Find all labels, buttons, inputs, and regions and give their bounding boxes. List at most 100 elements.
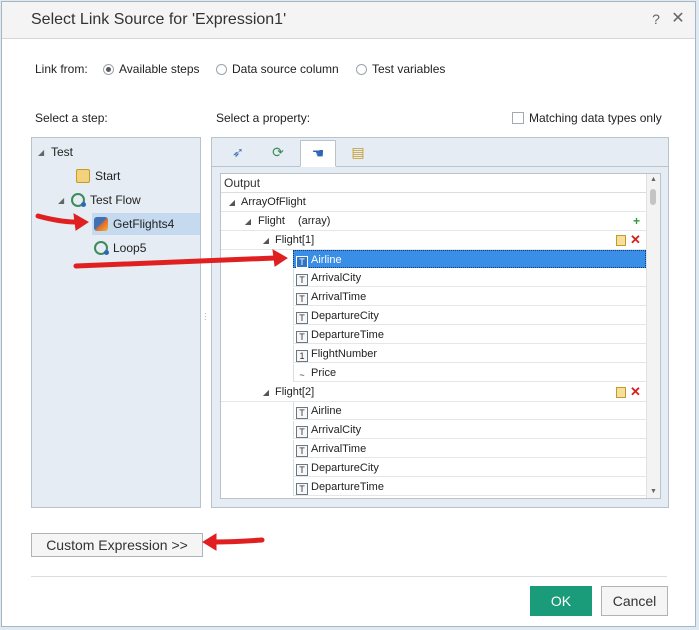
select-link-source-dialog: Select Link Source for 'Expression1' ? ✕… [1,1,696,627]
field-label: Price [311,367,337,379]
field-price-1[interactable]: ~ Price [293,364,646,382]
radio-available-steps[interactable]: Available steps [103,62,200,76]
service-call-icon [94,217,108,231]
field-airline-2[interactable]: T Airline [293,402,646,420]
radio-icon [216,63,227,75]
dialog-titlebar: Select Link Source for 'Expression1' ? ✕ [2,2,695,39]
matching-types-label: Matching data types only [529,111,662,125]
field-label: Airline [311,405,342,417]
cancel-button[interactable]: Cancel [601,586,668,616]
tree-item-start[interactable]: Start [76,165,120,187]
tree-item-label: Loop5 [113,241,147,255]
hand-icon: ☚ [311,145,325,161]
link-from-label: Link from: [35,62,88,76]
tree-item-getflights4[interactable]: GetFlights4 [92,213,200,235]
radio-icon [356,63,367,75]
node-flight-1[interactable]: ◢ Flight[1] [261,231,314,250]
node-label: ArrayOfFlight [241,196,306,208]
copy-icon[interactable] [616,235,626,246]
collapse-arrow-icon[interactable]: ◢ [58,196,66,205]
field-arrivaltime-2[interactable]: T ArrivalTime [293,440,646,458]
collapse-arrow-icon[interactable]: ◢ [261,383,271,402]
collapse-arrow-icon[interactable]: ◢ [227,193,237,212]
node-flight-2[interactable]: ◢ Flight[2] [261,383,314,402]
copy-icon[interactable] [616,387,626,398]
collapse-arrow-icon[interactable]: ◢ [261,231,271,250]
close-button[interactable]: ✕ [669,10,687,28]
property-tabs: ➶ ⟳ ☚ ▤ [212,138,668,167]
flow-icon [71,193,86,207]
tree-item-label: Test [51,145,74,159]
scroll-up-icon[interactable]: ▲ [647,174,660,186]
vertical-scrollbar[interactable]: ▲ ▼ [646,174,660,498]
radio-label: Data source column [232,62,339,76]
custom-expression-button[interactable]: Custom Expression >> [31,533,203,557]
node-label: Flight[1] [275,234,315,246]
checkbox-icon [512,112,524,124]
dialog-title: Select Link Source for 'Expression1' [31,11,287,28]
radio-label: Test variables [372,62,446,76]
tree-item-label: Start [95,169,121,183]
decimal-type-icon: ~ [299,370,305,380]
text-type-icon: T [296,483,308,495]
node-label: Flight [258,215,285,227]
node-label: Flight[2] [275,386,315,398]
rocket-icon: ➶ [232,144,244,160]
field-departuretime-1[interactable]: T DepartureTime [293,326,646,344]
field-departurecity-1[interactable]: T DepartureCity [293,307,646,325]
refresh-icon: ⟳ [272,144,284,160]
field-arrivaltime-1[interactable]: T ArrivalTime [293,288,646,306]
radio-data-source-column[interactable]: Data source column [216,62,339,76]
node-array-of-flight[interactable]: ◢ ArrayOfFlight [227,193,306,212]
start-step-icon [76,169,90,183]
select-step-label: Select a step: [35,111,108,125]
help-button[interactable]: ? [647,10,665,28]
tab-document[interactable]: ▤ [340,140,376,165]
collapse-arrow-icon[interactable]: ◢ [243,212,253,231]
text-type-icon: T [296,445,308,457]
field-departuretime-2[interactable]: T DepartureTime [293,478,646,496]
field-arrivalcity-1[interactable]: T ArrivalCity [293,269,646,287]
panel-splitter[interactable]: · · · [204,310,208,324]
field-label: DepartureCity [311,462,379,474]
text-type-icon: T [296,256,308,268]
text-type-icon: T [296,464,308,476]
field-label: DepartureCity [311,310,379,322]
field-arrivalcity-2[interactable]: T ArrivalCity [293,421,646,439]
field-label: FlightNumber [311,348,378,360]
field-label: ArrivalTime [311,291,367,303]
radio-test-variables[interactable]: Test variables [356,62,445,76]
node-type: (array) [297,215,331,227]
tab-refresh[interactable]: ⟳ [260,140,296,165]
text-type-icon: T [296,312,308,324]
node-flight-array[interactable]: ◢ Flight (array) [243,212,330,231]
scroll-thumb[interactable] [650,189,656,205]
properties-panel: ➶ ⟳ ☚ ▤ Output ◢ ArrayOfFlight ◢ Flight … [211,137,669,508]
tree-item-loop5[interactable]: Loop5 [94,237,146,259]
tab-hand[interactable]: ☚ [300,140,336,167]
field-label: ArrivalCity [311,272,362,284]
add-item-icon[interactable]: + [633,214,640,228]
text-type-icon: T [296,426,308,438]
tree-item-label: GetFlights4 [113,217,175,231]
field-airline-1[interactable]: T Airline [293,250,646,268]
tree-item-test-flow[interactable]: ◢ Test Flow [58,189,141,211]
field-label: ArrivalTime [311,443,367,455]
collapse-arrow-icon[interactable]: ◢ [38,148,46,157]
ok-button[interactable]: OK [530,586,592,616]
scroll-down-icon[interactable]: ▼ [647,486,660,498]
property-grid: Output ◢ ArrayOfFlight ◢ Flight (array) … [220,173,661,499]
field-flightnumber-1[interactable]: 1 FlightNumber [293,345,646,363]
matching-types-checkbox[interactable]: Matching data types only [512,111,662,125]
footer-divider [31,576,667,577]
steps-tree: ◢ Test Start ◢ Test Flow GetFlights4 Loo… [31,137,201,508]
field-label: DepartureTime [311,329,384,341]
tree-item-test[interactable]: ◢ Test [38,141,73,163]
field-departurecity-2[interactable]: T DepartureCity [293,459,646,477]
delete-icon[interactable]: ✕ [630,232,641,248]
tab-rocket[interactable]: ➶ [220,140,256,165]
text-type-icon: T [296,293,308,305]
grid-header-output: Output [221,174,646,193]
loop-icon [94,241,109,255]
delete-icon[interactable]: ✕ [630,384,641,400]
